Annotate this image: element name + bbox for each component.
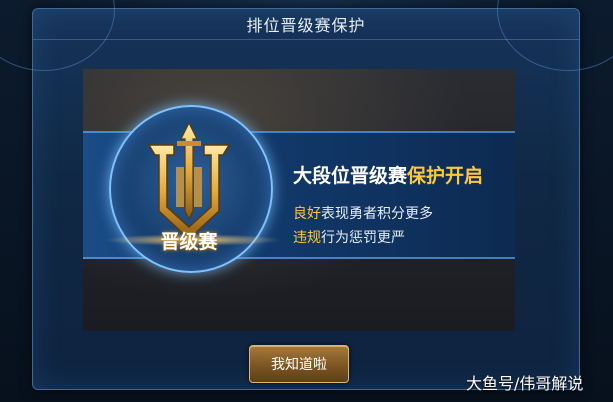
line-good-text: 表现勇者积分更多 <box>321 206 433 222</box>
dialog-title-bar: 排位晋级赛保护 <box>33 9 579 40</box>
banner-line-violation: 违规行为惩罚更严 <box>293 227 405 247</box>
banner-headline: 大段位晋级赛保护开启 <box>293 161 483 188</box>
confirm-button[interactable]: 我知道啦 <box>249 345 349 383</box>
headline-text: 大段位晋级赛 <box>293 165 408 187</box>
dialog-title: 排位晋级赛保护 <box>246 16 366 35</box>
line-good-highlight: 良好 <box>293 206 321 222</box>
emblem-label: 晋级赛 <box>160 231 218 253</box>
line-violation-highlight: 违规 <box>293 230 321 246</box>
line-violation-text: 行为惩罚更严 <box>321 230 405 246</box>
headline-highlight: 保护开启 <box>407 165 484 187</box>
protection-dialog: 排位晋级赛保护 晋级赛 大段位晋级赛保护开启 良好表现勇者积分更多 违规行为惩罚… <box>0 0 613 390</box>
promotion-banner: 晋级赛 大段位晋级赛保护开启 良好表现勇者积分更多 违规行为惩罚更严 <box>83 69 515 331</box>
watermark: 大鱼号/伟哥解说 <box>466 374 584 393</box>
banner-line-good: 良好表现勇者积分更多 <box>293 203 433 223</box>
